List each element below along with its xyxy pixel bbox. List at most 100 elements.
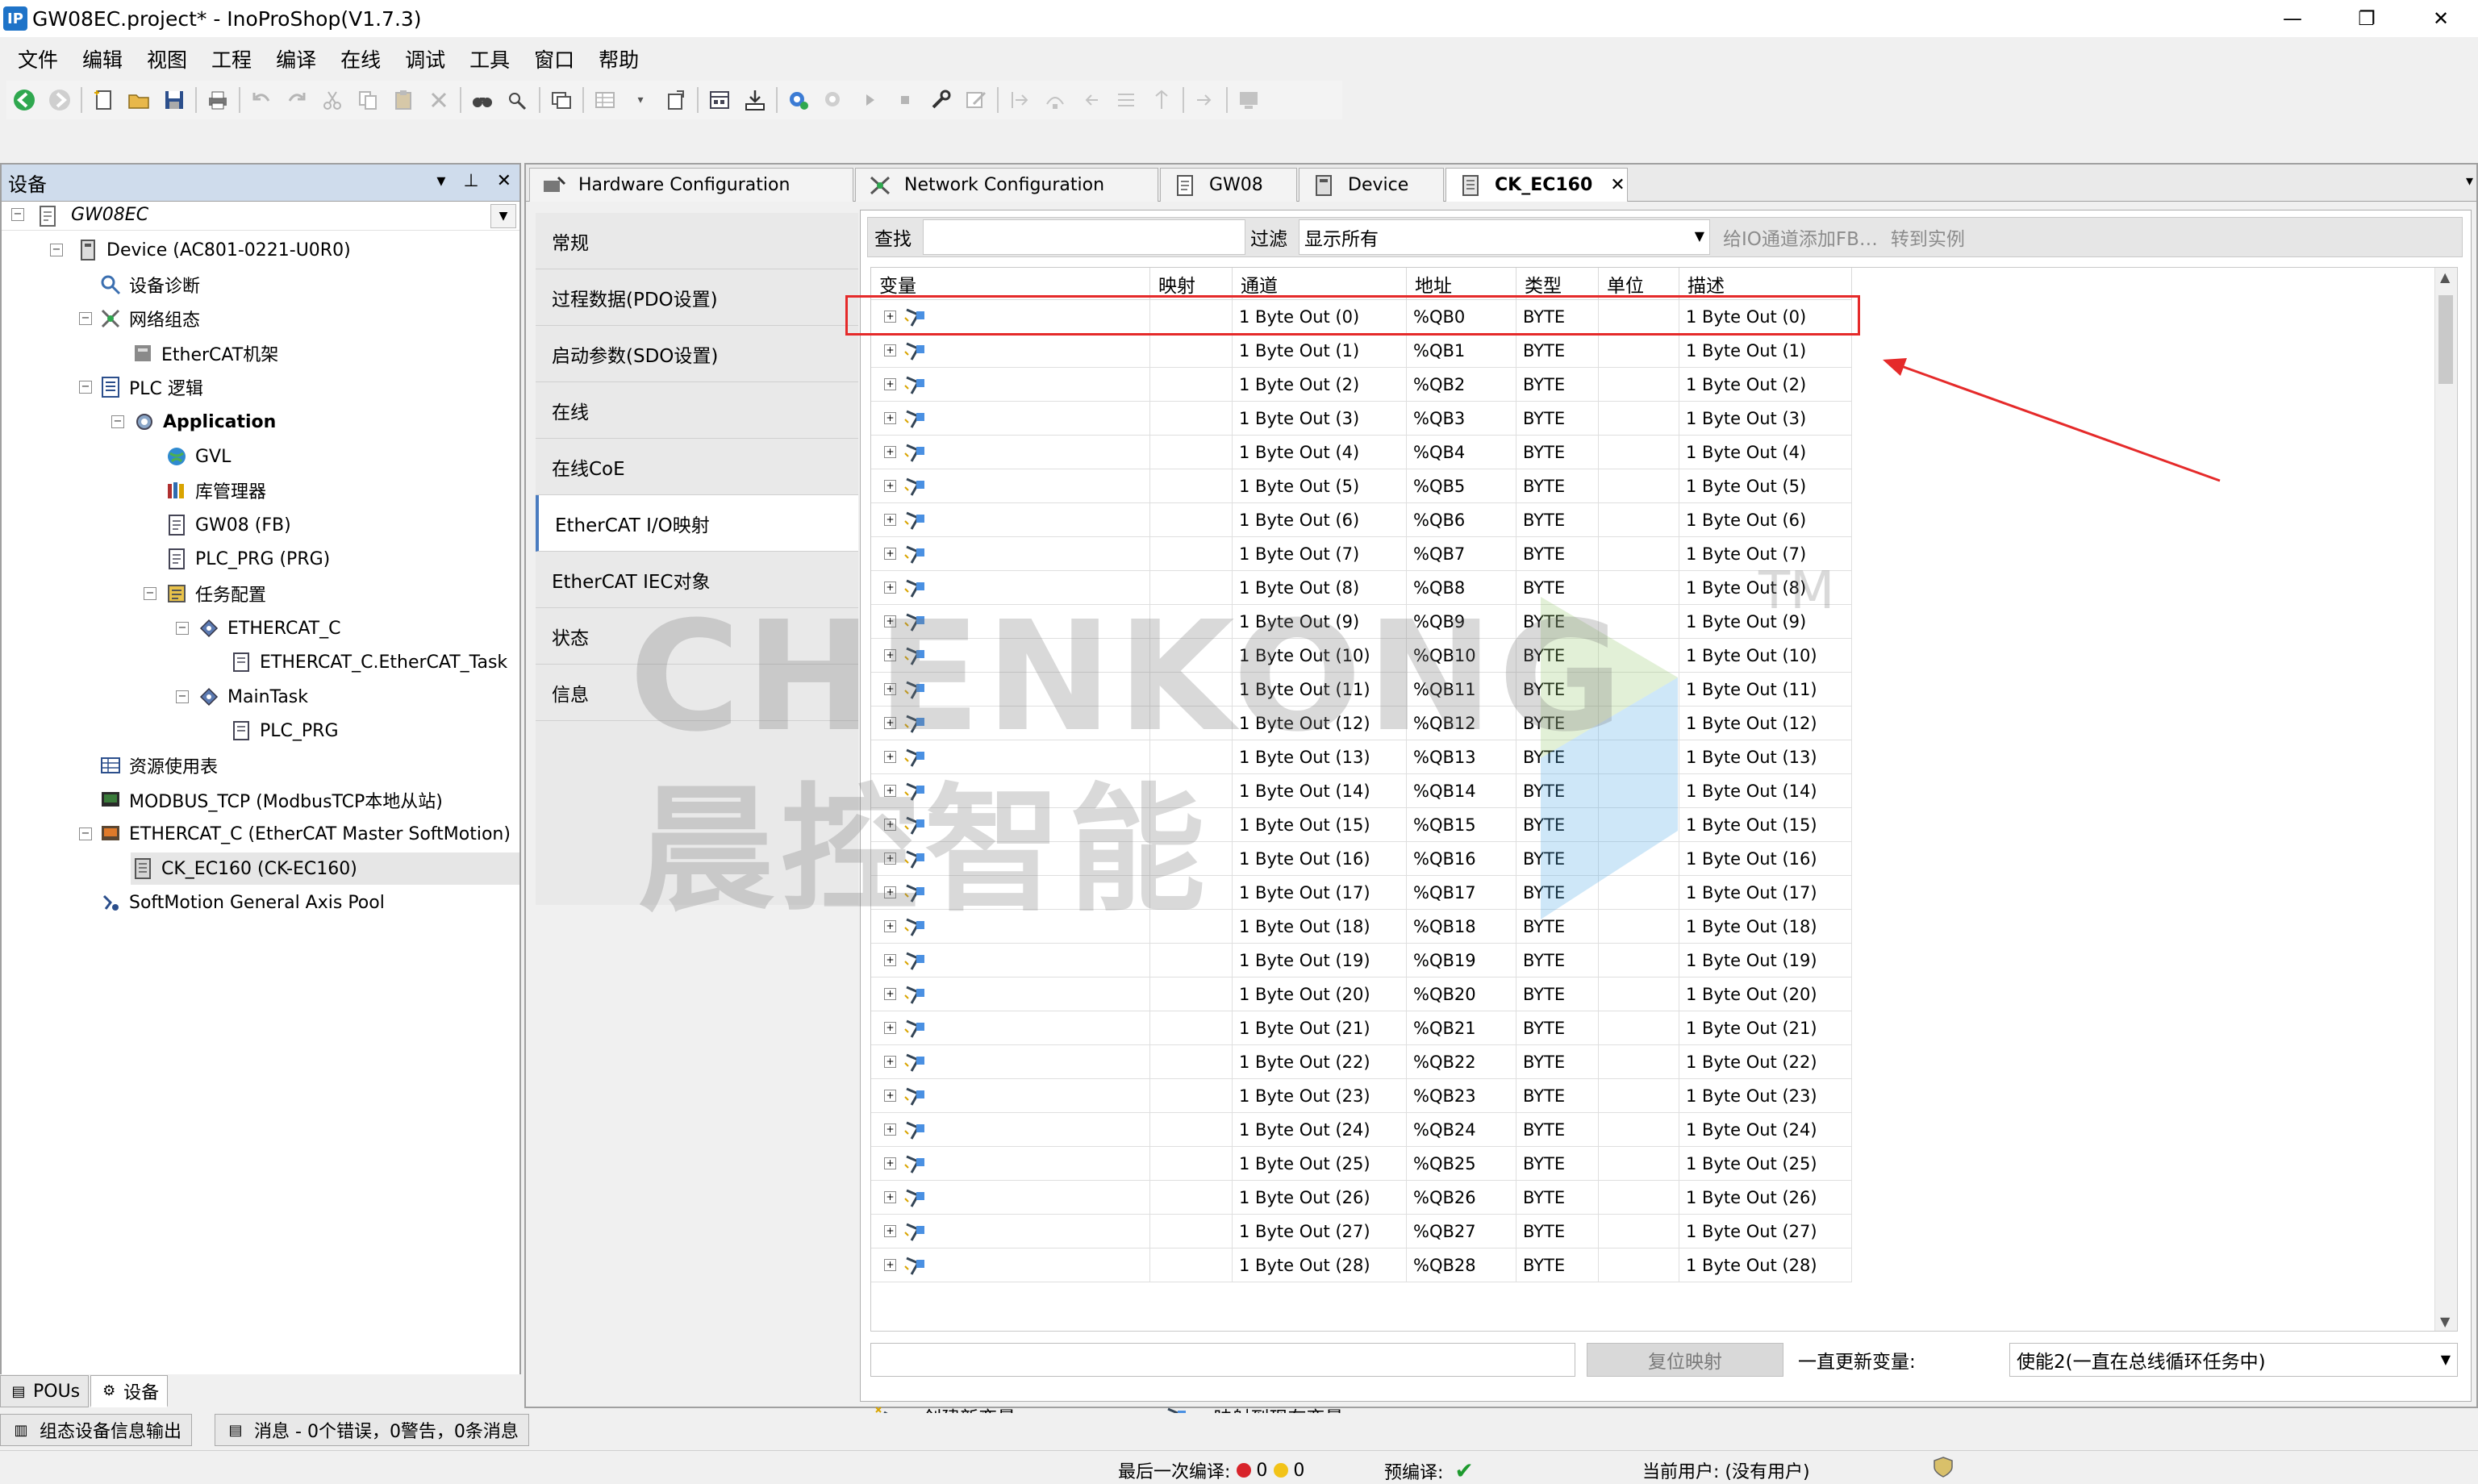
nav-item[interactable]: EtherCAT IEC对象 — [536, 552, 858, 608]
map-variable-icon[interactable] — [903, 881, 931, 905]
col-header-address[interactable]: 地址 — [1407, 268, 1516, 300]
goto-instance-button[interactable]: 转到实例 — [1891, 223, 1965, 251]
stop-icon[interactable] — [887, 82, 923, 118]
expand-toggle[interactable]: + — [884, 852, 896, 865]
login-icon[interactable] — [781, 82, 816, 118]
step-out-icon[interactable] — [1073, 82, 1108, 118]
table-row[interactable]: +1 Byte Out (21) %QB21 BYTE 1 Byte Out (21) — [871, 1011, 1852, 1045]
cell-variable[interactable]: + — [871, 876, 1150, 910]
undo-icon[interactable] — [244, 82, 279, 118]
expand-toggle[interactable]: + — [884, 920, 896, 932]
map-variable-icon[interactable] — [903, 982, 931, 1007]
menu-debug[interactable]: 调试 — [397, 41, 453, 77]
tab-network-configuration[interactable]: Network Configuration — [855, 168, 1158, 202]
cell-variable[interactable]: + — [871, 639, 1150, 673]
nav-item[interactable]: 常规 — [536, 213, 858, 269]
cell-variable[interactable]: + — [871, 402, 1150, 436]
export-icon[interactable] — [658, 82, 694, 118]
expand-toggle[interactable]: + — [884, 1090, 896, 1102]
tree-node[interactable]: PLC_PRG — [229, 715, 339, 747]
scroll-up-icon[interactable]: ▲ — [2440, 269, 2450, 285]
table-row[interactable]: +1 Byte Out (12) %QB12 BYTE 1 Byte Out (12) — [871, 707, 1852, 740]
map-variable-icon[interactable] — [903, 1219, 931, 1244]
cell-variable[interactable]: + — [871, 774, 1150, 808]
open-folder-icon[interactable] — [121, 82, 156, 118]
table-row[interactable]: +1 Byte Out (11) %QB11 BYTE 1 Byte Out (11) — [871, 673, 1852, 707]
table-row[interactable]: +1 Byte Out (17) %QB17 BYTE 1 Byte Out (17) — [871, 876, 1852, 910]
tab-device-output[interactable]: ▥ 组态设备信息输出 — [0, 1414, 193, 1446]
map-variable-icon[interactable] — [903, 339, 931, 363]
nav-item[interactable]: 启动参数(SDO设置) — [536, 326, 858, 382]
cell-variable[interactable]: + — [871, 503, 1150, 537]
add-fb-button[interactable]: 给IO通道添加FB… — [1723, 223, 1878, 251]
expand-toggle[interactable]: + — [884, 582, 896, 594]
col-header-unit[interactable]: 单位 — [1599, 268, 1679, 300]
tree-node[interactable]: ETHERCAT_C — [197, 612, 340, 644]
tree-node[interactable]: 网络组态 — [98, 302, 200, 335]
col-header-type[interactable]: 类型 — [1516, 268, 1599, 300]
vertical-scrollbar[interactable]: ▲ ▼ — [2434, 268, 2457, 1331]
cell-variable[interactable]: + — [871, 1045, 1150, 1079]
map-variable-icon[interactable] — [903, 915, 931, 939]
cell-variable[interactable]: + — [871, 605, 1150, 639]
cell-variable[interactable]: + — [871, 1248, 1150, 1282]
collapse-toggle[interactable]: − — [11, 208, 24, 221]
map-variable-icon[interactable] — [903, 711, 931, 736]
new-project-icon[interactable] — [86, 82, 121, 118]
table-row[interactable]: +1 Byte Out (0) %QB0 BYTE 1 Byte Out (0) — [871, 300, 1852, 334]
cell-variable[interactable]: + — [871, 1181, 1150, 1215]
tab-messages[interactable]: ▤ 消息 - 0个错误，0警告，0条消息 — [215, 1414, 529, 1446]
cut-icon[interactable] — [315, 82, 350, 118]
cell-variable[interactable]: + — [871, 537, 1150, 571]
forward-icon[interactable] — [42, 82, 77, 118]
tab-ck-ec160[interactable]: CK_EC160 ✕ — [1446, 168, 1628, 202]
logout-icon[interactable] — [816, 82, 852, 118]
replace-icon[interactable] — [500, 82, 536, 118]
tab-list-dropdown-icon[interactable]: ▾ — [2466, 173, 2473, 190]
tree-node[interactable]: 库管理器 — [165, 474, 266, 506]
delete-icon[interactable] — [421, 82, 457, 118]
expand-toggle[interactable]: + — [884, 446, 896, 458]
build-icon[interactable] — [702, 82, 737, 118]
menu-window[interactable]: 窗口 — [526, 41, 582, 77]
cell-variable[interactable]: + — [871, 1215, 1150, 1248]
expand-toggle[interactable]: + — [884, 717, 896, 729]
map-variable-icon[interactable] — [903, 305, 931, 329]
cell-variable[interactable]: + — [871, 808, 1150, 842]
map-variable-icon[interactable] — [903, 644, 931, 668]
map-variable-icon[interactable] — [903, 1050, 931, 1074]
nav-item[interactable]: EtherCAT I/O映射 — [536, 495, 858, 552]
tree-dropdown-button[interactable]: ▼ — [490, 204, 516, 228]
tree-node[interactable]: CK_EC160 (CK-EC160) — [131, 852, 519, 885]
table-row[interactable]: +1 Byte Out (26) %QB26 BYTE 1 Byte Out (26) — [871, 1181, 1852, 1215]
window-stack-icon[interactable] — [544, 82, 579, 118]
table-row[interactable]: +1 Byte Out (25) %QB25 BYTE 1 Byte Out (25) — [871, 1147, 1852, 1181]
pin-icon[interactable]: ⊥ — [463, 171, 478, 191]
table-row[interactable]: +1 Byte Out (15) %QB15 BYTE 1 Byte Out (15) — [871, 808, 1852, 842]
table-row[interactable]: +1 Byte Out (2) %QB2 BYTE 1 Byte Out (2) — [871, 368, 1852, 402]
map-variable-icon[interactable] — [903, 542, 931, 566]
expand-toggle[interactable]: + — [884, 480, 896, 492]
table-row[interactable]: +1 Byte Out (28) %QB28 BYTE 1 Byte Out (28) — [871, 1248, 1852, 1282]
table-row[interactable]: +1 Byte Out (13) %QB13 BYTE 1 Byte Out (13) — [871, 740, 1852, 774]
expand-toggle[interactable]: + — [884, 954, 896, 966]
redo-icon[interactable] — [279, 82, 315, 118]
tree-node[interactable]: Device (AC801-0221-U0R0) — [76, 234, 351, 266]
breakpoint-icon[interactable] — [1144, 82, 1179, 118]
map-variable-icon[interactable] — [903, 1186, 931, 1210]
cell-variable[interactable]: + — [871, 368, 1150, 402]
copy-icon[interactable] — [350, 82, 386, 118]
collapse-toggle[interactable]: − — [176, 690, 189, 703]
tree-node[interactable]: ETHERCAT_C.EtherCAT_Task — [229, 646, 507, 678]
always-update-select[interactable]: 使能2(一直在总线循环任务中) ▼ — [2009, 1343, 2458, 1377]
map-variable-icon[interactable] — [903, 440, 931, 465]
download-icon[interactable] — [737, 82, 773, 118]
collapse-toggle[interactable]: − — [79, 827, 92, 840]
reset-mapping-button[interactable]: 复位映射 — [1587, 1343, 1783, 1377]
expand-toggle[interactable]: + — [884, 615, 896, 627]
panel-menu-icon[interactable]: ▾ — [436, 171, 445, 191]
col-header-channel[interactable]: 通道 — [1233, 268, 1407, 300]
col-header-variable[interactable]: 变量 — [871, 268, 1150, 300]
table-row[interactable]: +1 Byte Out (27) %QB27 BYTE 1 Byte Out (27) — [871, 1215, 1852, 1248]
run-icon[interactable] — [852, 82, 887, 118]
